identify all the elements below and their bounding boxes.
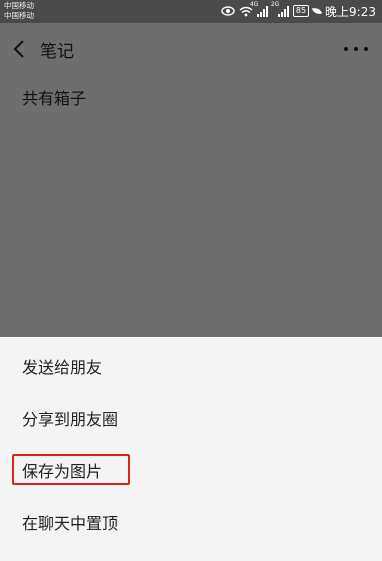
menu-item-send-to-friend[interactable]: 发送给朋友	[22, 354, 102, 378]
eye-icon	[221, 6, 235, 16]
signal-1-label: 4G	[249, 1, 259, 8]
page-title: 笔记	[40, 42, 74, 62]
status-bar: 中国移动 中国移动 4G 2G 85 晚上9:23	[0, 0, 382, 23]
app-header: 笔记	[0, 23, 382, 75]
status-time: 晚上9:23	[325, 4, 376, 19]
leaf-icon	[311, 5, 323, 17]
carrier-2: 中国移动	[4, 11, 34, 20]
menu-item-pin-in-chat[interactable]: 在聊天中置顶	[22, 510, 118, 534]
note-content: 共有箱子	[22, 89, 87, 108]
back-arrow-icon[interactable]	[10, 37, 30, 61]
signal-2-label: 2G	[270, 1, 280, 8]
menu-item-share-to-moments[interactable]: 分享到朋友圈	[22, 406, 118, 430]
carrier-info: 中国移动 中国移动	[4, 1, 34, 21]
highlight-box	[12, 454, 130, 485]
signal-2-icon: 2G	[271, 1, 289, 17]
carrier-1: 中国移动	[4, 1, 34, 10]
signal-1-icon: 4G	[250, 1, 268, 17]
status-icons: 4G 2G 85 晚上9:23	[221, 1, 376, 19]
battery-indicator: 85	[292, 5, 310, 17]
more-options-icon[interactable]	[344, 37, 368, 61]
